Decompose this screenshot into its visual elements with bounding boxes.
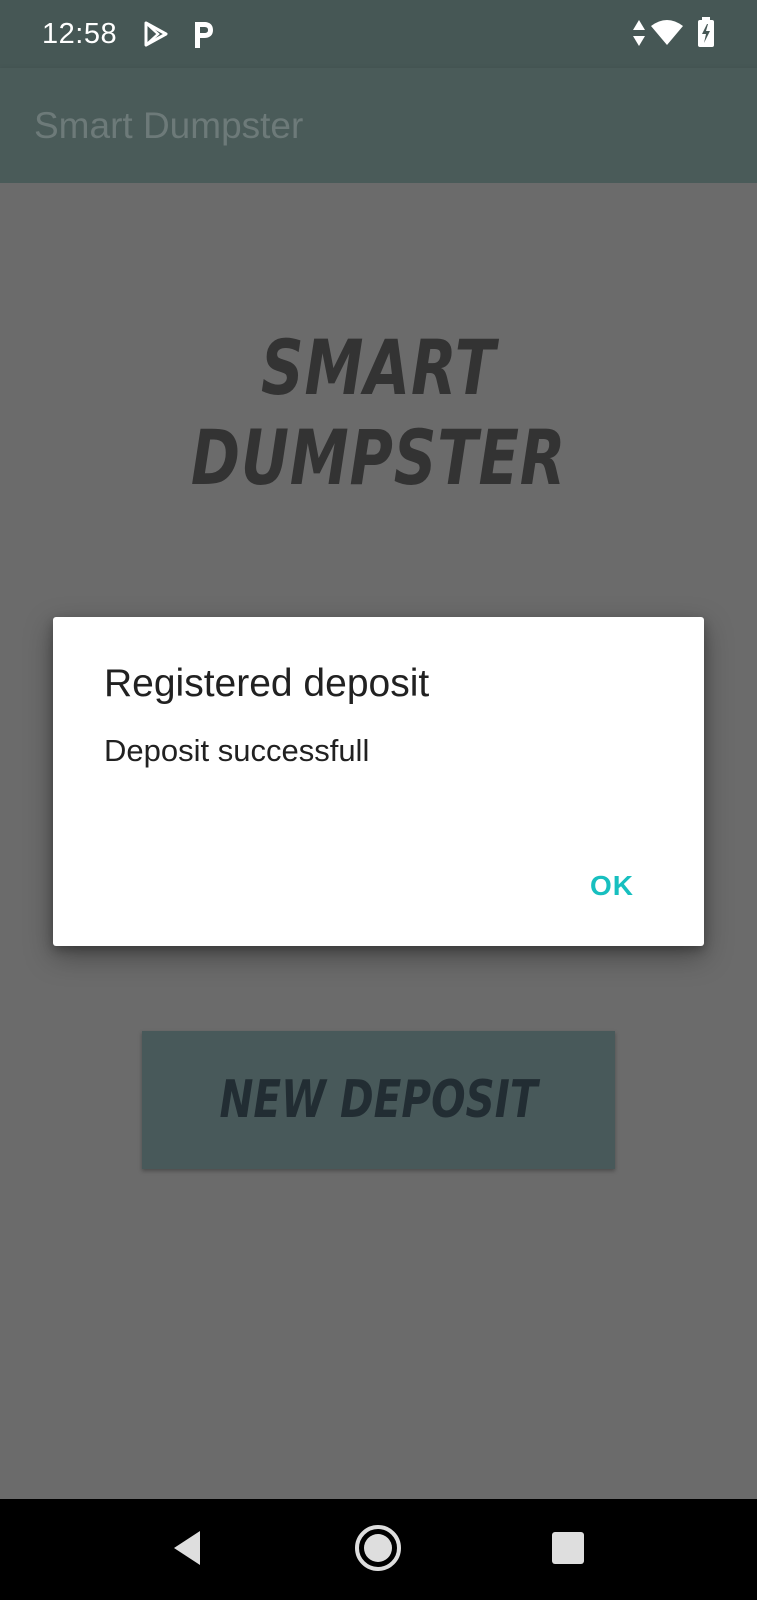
app-title: Smart Dumpster bbox=[34, 105, 304, 146]
new-deposit-button[interactable]: New Deposit bbox=[142, 1031, 615, 1169]
data-arrows-icon bbox=[633, 20, 645, 46]
home-icon[interactable] bbox=[354, 1524, 402, 1572]
logo-title: Smart Dumpster bbox=[190, 323, 567, 502]
ok-button[interactable]: OK bbox=[590, 869, 634, 903]
status-time: 12:58 bbox=[42, 18, 118, 50]
recents-icon[interactable] bbox=[551, 1531, 585, 1565]
dialog-message: Deposit successfull bbox=[104, 733, 370, 768]
navigation-bar bbox=[0, 1499, 757, 1600]
battery-charging-icon bbox=[698, 17, 714, 47]
new-deposit-label: New Deposit bbox=[219, 1070, 538, 1130]
app-bar: Smart Dumpster bbox=[0, 68, 757, 183]
dialog-title: Registered deposit bbox=[104, 662, 430, 705]
wifi-icon bbox=[651, 20, 683, 45]
p-app-icon bbox=[195, 22, 213, 48]
play-store-icon bbox=[144, 21, 168, 47]
back-icon[interactable] bbox=[170, 1528, 204, 1568]
status-bar: 12:58 bbox=[0, 0, 757, 68]
registered-deposit-dialog: Registered deposit Deposit successfull O… bbox=[53, 617, 704, 946]
